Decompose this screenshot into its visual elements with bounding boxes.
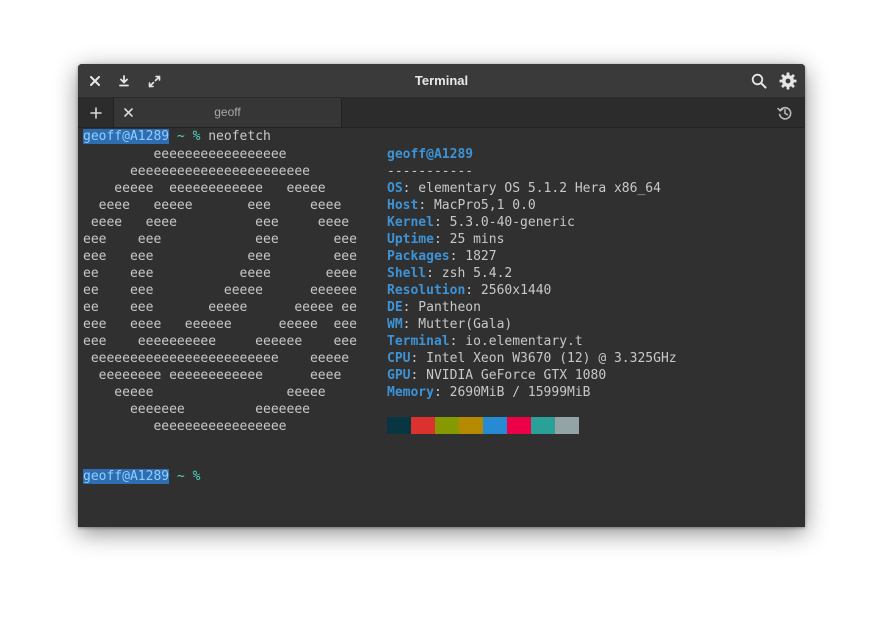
terminal-window: Terminal geoff geoff@A1289 ~ % neofetch … bbox=[78, 64, 805, 527]
color-swatch-1 bbox=[411, 417, 435, 434]
color-swatch-3 bbox=[459, 417, 483, 434]
info-os: OS: elementary OS 5.1.2 Hera x86_64 bbox=[387, 181, 661, 196]
prompt-separator: ~ % bbox=[169, 469, 201, 484]
ascii-logo: eeeeeeeeeeeeeeeee eeeeeeeeeeeeeeeeeeeeee… bbox=[83, 147, 357, 434]
info-packages: Packages: 1827 bbox=[387, 249, 497, 264]
info-uptime: Uptime: 25 mins bbox=[387, 232, 505, 247]
terminal-output[interactable]: geoff@A1289 ~ % neofetch eeeeeeeeeeeeeee… bbox=[83, 128, 799, 523]
color-swatch-0 bbox=[387, 417, 411, 434]
prompt-user: geoff@A1289 bbox=[83, 129, 170, 144]
color-swatch-7 bbox=[555, 417, 579, 434]
window-title: Terminal bbox=[414, 73, 469, 88]
command-line: geoff@A1289 ~ % neofetch bbox=[83, 128, 271, 145]
info-gpu: GPU: NVIDIA GeForce GTX 1080 bbox=[387, 368, 607, 383]
plus-icon[interactable] bbox=[86, 103, 106, 123]
color-swatch-5 bbox=[507, 417, 531, 434]
prompt-user: geoff@A1289 bbox=[83, 469, 170, 484]
info-kernel: Kernel: 5.3.0-40-generic bbox=[387, 215, 575, 230]
titlebar: Terminal bbox=[78, 64, 805, 98]
color-swatch-2 bbox=[435, 417, 459, 434]
info-userhost: geoff@A1289 bbox=[387, 147, 474, 162]
color-swatch-6 bbox=[531, 417, 555, 434]
color-palette bbox=[387, 417, 579, 434]
tab-bar: geoff bbox=[78, 98, 805, 128]
prompt-line: geoff@A1289 ~ % bbox=[83, 468, 200, 485]
gear-icon[interactable] bbox=[779, 72, 797, 90]
color-swatch-4 bbox=[483, 417, 507, 434]
history-icon[interactable] bbox=[775, 103, 795, 123]
system-info: geoff@A1289 ----------- OS: elementary O… bbox=[387, 146, 677, 401]
info-de: DE: Pantheon bbox=[387, 300, 481, 315]
command-text: neofetch bbox=[208, 129, 271, 144]
info-cpu: CPU: Intel Xeon W3670 (12) @ 3.325GHz bbox=[387, 351, 677, 366]
info-resolution: Resolution: 2560x1440 bbox=[387, 283, 552, 298]
info-separator: ----------- bbox=[387, 164, 474, 179]
search-icon[interactable] bbox=[750, 72, 768, 90]
info-shell: Shell: zsh 5.4.2 bbox=[387, 266, 513, 281]
tab-label: geoff bbox=[214, 105, 241, 119]
info-terminal: Terminal: io.elementary.t bbox=[387, 334, 583, 349]
info-host: Host: MacPro5,1 0.0 bbox=[387, 198, 536, 213]
info-wm: WM: Mutter(Gala) bbox=[387, 317, 513, 332]
info-memory: Memory: 2690MiB / 15999MiB bbox=[387, 385, 591, 400]
prompt-separator: ~ % bbox=[169, 129, 209, 144]
tab-geoff[interactable]: geoff bbox=[113, 98, 342, 127]
